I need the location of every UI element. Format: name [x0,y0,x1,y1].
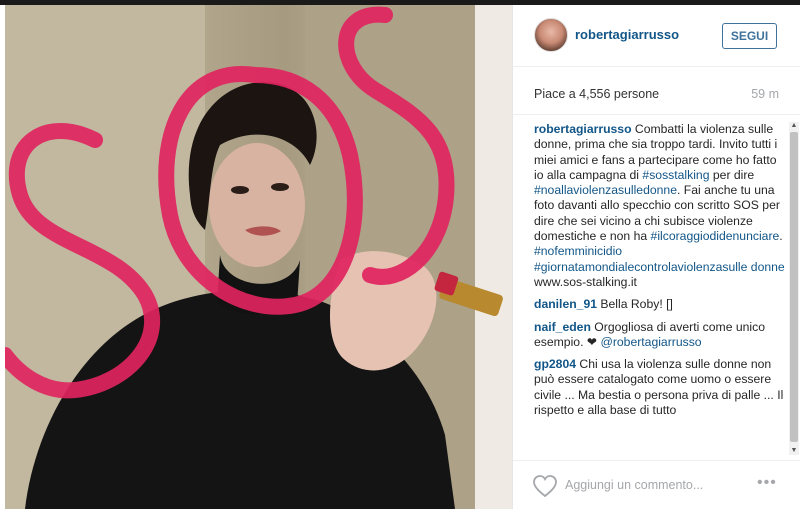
caption-link[interactable]: www.sos-stalking.it [534,275,637,289]
list-item: naif_eden Orgogliosa di averti come unic… [534,320,786,351]
caption-text: . [779,229,783,244]
follow-button[interactable]: SEGUI [722,23,777,49]
photo-illustration [5,5,512,509]
post-time[interactable]: 59 m [751,87,779,101]
caption: robertagiarrusso Combatti la violenza su… [534,122,786,290]
list-item: gp2804 Chi usa la violenza sulle donne n… [534,357,786,418]
avatar[interactable] [534,18,568,52]
likes-row: Piace a 4,556 persone 59 m [513,67,800,115]
hashtag[interactable]: #sosstalking [642,168,709,182]
comments-list[interactable]: robertagiarrusso Combatti la violenza su… [534,122,786,452]
scrollbar-thumb[interactable] [790,132,798,442]
likes-count[interactable]: Piace a 4,556 persone [534,87,659,101]
comment-username[interactable]: danilen_91 [534,297,597,311]
hashtag[interactable]: #nofemminicidio [534,244,622,258]
post-header: robertagiarrusso SEGUI [513,5,800,67]
comment-text: Bella Roby! [] [600,297,673,312]
post-side-panel: robertagiarrusso SEGUI Piace a 4,556 per… [512,5,800,509]
hashtag[interactable]: #noallaviolenzasulledonne [534,183,677,197]
scroll-down-arrow-icon[interactable]: ▼ [790,447,798,455]
mention[interactable]: @robertagiarrusso [600,335,701,349]
post-photo[interactable] [5,5,512,509]
post-footer: ••• [513,460,800,509]
post-username[interactable]: robertagiarrusso [575,27,679,42]
hashtag[interactable]: #giornatamondialecontrolaviolenzasulle d… [534,260,785,274]
comment-input[interactable] [565,475,745,495]
scroll-up-arrow-icon[interactable]: ▲ [790,122,798,130]
list-item: danilen_91 Bella Roby! [] [534,297,786,312]
hashtag[interactable]: #ilcoraggiodidenunciare [651,229,780,243]
caption-text: per dire [712,167,755,182]
comment-username[interactable]: gp2804 [534,357,576,371]
comments-scrollbar[interactable]: ▲ ▼ [789,122,799,455]
more-options-icon[interactable]: ••• [757,474,777,492]
heart-icon[interactable] [532,474,558,498]
caption-username[interactable]: robertagiarrusso [534,122,632,136]
comment-username[interactable]: naif_eden [534,320,591,334]
